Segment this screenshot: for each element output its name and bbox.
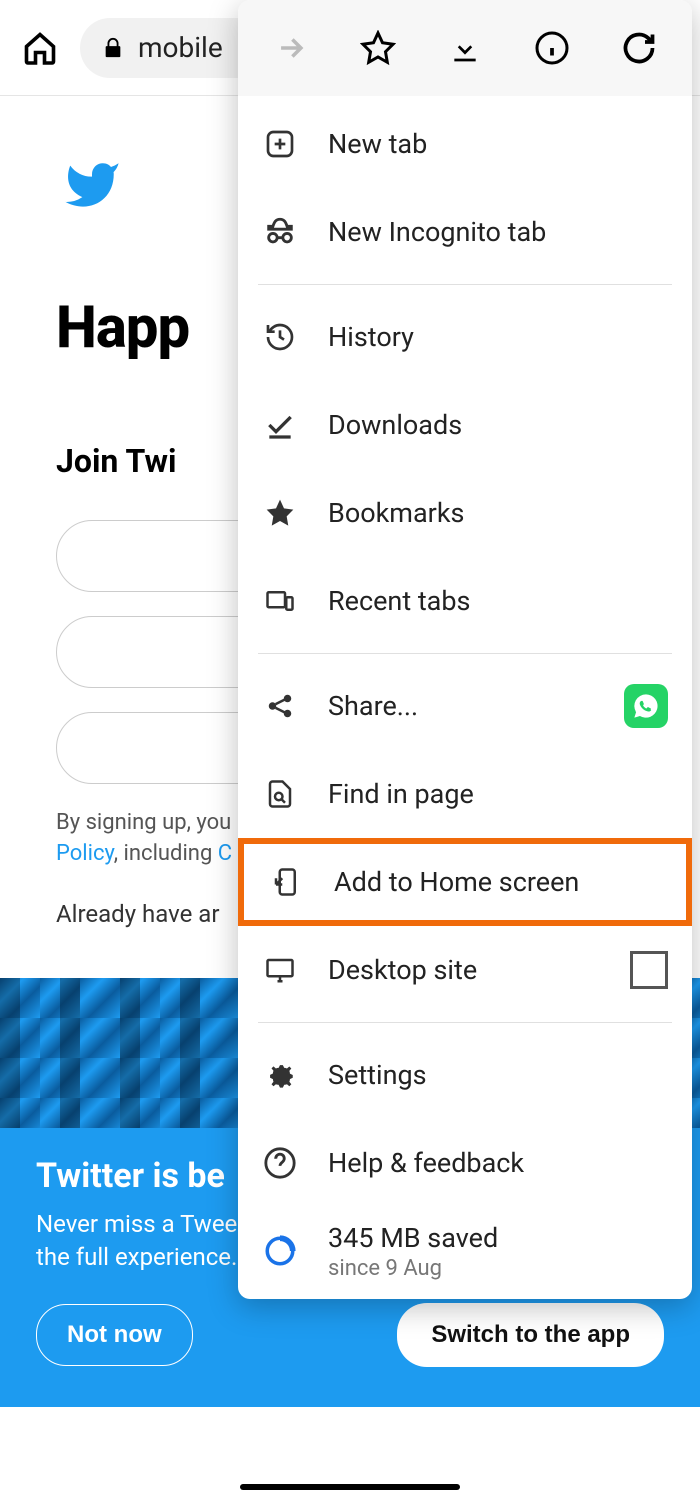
share-icon	[262, 688, 298, 724]
add-to-home-icon	[268, 864, 304, 900]
lock-icon	[102, 35, 124, 61]
reload-icon[interactable]	[619, 28, 659, 68]
history-icon	[262, 319, 298, 355]
star-filled-icon	[262, 495, 298, 531]
check-underline-icon	[262, 407, 298, 443]
find-in-page-icon	[262, 776, 298, 812]
menu-add-to-home-screen[interactable]: Add to Home screen	[238, 838, 692, 926]
devices-icon	[262, 583, 298, 619]
menu-share[interactable]: Share...	[238, 662, 692, 750]
gear-icon	[262, 1057, 298, 1093]
policy-link[interactable]: Policy	[56, 841, 114, 866]
switch-app-button[interactable]: Switch to the app	[397, 1303, 664, 1367]
incognito-icon	[262, 214, 298, 250]
plus-square-icon	[262, 126, 298, 162]
whatsapp-icon[interactable]	[624, 684, 668, 728]
menu-desktop-site[interactable]: Desktop site	[238, 926, 692, 1014]
menu-incognito[interactable]: New Incognito tab	[238, 188, 692, 276]
menu-bookmarks[interactable]: Bookmarks	[238, 469, 692, 557]
cookie-link[interactable]: C	[218, 841, 232, 866]
monitor-icon	[262, 952, 298, 988]
home-icon[interactable]	[20, 28, 60, 68]
menu-new-tab[interactable]: New tab	[238, 100, 692, 188]
home-indicator[interactable]	[240, 1484, 460, 1490]
menu-history[interactable]: History	[238, 293, 692, 381]
menu-data-saver[interactable]: 345 MB saved since 9 Aug	[238, 1207, 692, 1295]
url-text: mobile	[138, 31, 223, 64]
menu-recent-tabs[interactable]: Recent tabs	[238, 557, 692, 645]
menu-find-in-page[interactable]: Find in page	[238, 750, 692, 838]
browser-overflow-menu: New tab New Incognito tab History Downlo…	[238, 0, 692, 1299]
help-icon	[262, 1145, 298, 1181]
menu-downloads[interactable]: Downloads	[238, 381, 692, 469]
menu-toolbar	[238, 0, 692, 96]
desktop-site-checkbox[interactable]	[630, 951, 668, 989]
info-icon[interactable]	[532, 28, 572, 68]
data-saver-icon	[262, 1233, 298, 1269]
forward-icon[interactable]	[271, 28, 311, 68]
not-now-button[interactable]: Not now	[36, 1304, 193, 1366]
star-icon[interactable]	[358, 28, 398, 68]
download-icon[interactable]	[445, 28, 485, 68]
menu-settings[interactable]: Settings	[238, 1031, 692, 1119]
menu-help-feedback[interactable]: Help & feedback	[238, 1119, 692, 1207]
